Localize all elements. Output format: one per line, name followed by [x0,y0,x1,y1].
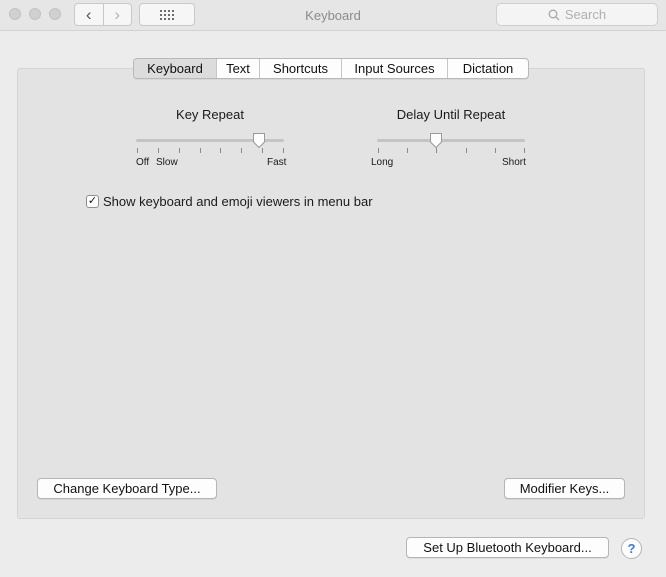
tab-dictation[interactable]: Dictation [447,59,528,78]
tab-shortcuts[interactable]: Shortcuts [259,59,341,78]
question-mark-icon: ? [627,541,636,556]
key-repeat-title: Key Repeat [176,107,244,122]
slider-tick [494,148,496,153]
title-bar: ‹ › Keyboard Search [0,0,666,31]
key-repeat-off-label: Off [136,157,150,168]
checkmark-icon: ✓ [87,195,98,207]
key-repeat-slow-label: Slow [156,157,178,168]
slider-tick [465,148,467,153]
show-viewers-checkbox[interactable]: ✓ [86,195,99,208]
search-placeholder: Search [564,7,607,22]
delay-until-repeat-slider[interactable] [377,139,525,142]
key-repeat-slider-thumb[interactable] [252,132,266,149]
slider-tick [241,148,243,153]
tab-bar: Keyboard Text Shortcuts Input Sources Di… [133,58,529,79]
tab-input-sources[interactable]: Input Sources [341,59,447,78]
key-repeat-fast-label: Fast [267,157,287,168]
search-icon [548,9,560,20]
delay-short-label: Short [502,157,526,168]
slider-tick [137,148,138,153]
change-keyboard-type-button[interactable]: Change Keyboard Type... [37,478,217,499]
search-field[interactable]: Search [496,3,658,26]
delay-until-repeat-title: Delay Until Repeat [396,107,506,122]
modifier-keys-button[interactable]: Modifier Keys... [504,478,625,499]
slider-tick [199,148,201,153]
help-button[interactable]: ? [621,538,642,559]
slider-tick [157,148,159,153]
slider-tick [178,148,180,153]
slider-tick [283,148,284,153]
slider-tick [407,148,409,153]
slider-tick [220,148,222,153]
slider-tick [524,148,525,153]
content-panel [17,68,645,519]
show-viewers-label[interactable]: Show keyboard and emoji viewers in menu … [103,194,373,209]
setup-bluetooth-keyboard-button[interactable]: Set Up Bluetooth Keyboard... [406,537,609,558]
delay-until-repeat-slider-thumb[interactable] [429,132,443,149]
tab-text[interactable]: Text [216,59,259,78]
slider-tick [378,148,379,153]
delay-long-label: Long [371,157,394,168]
tab-keyboard[interactable]: Keyboard [134,59,216,78]
